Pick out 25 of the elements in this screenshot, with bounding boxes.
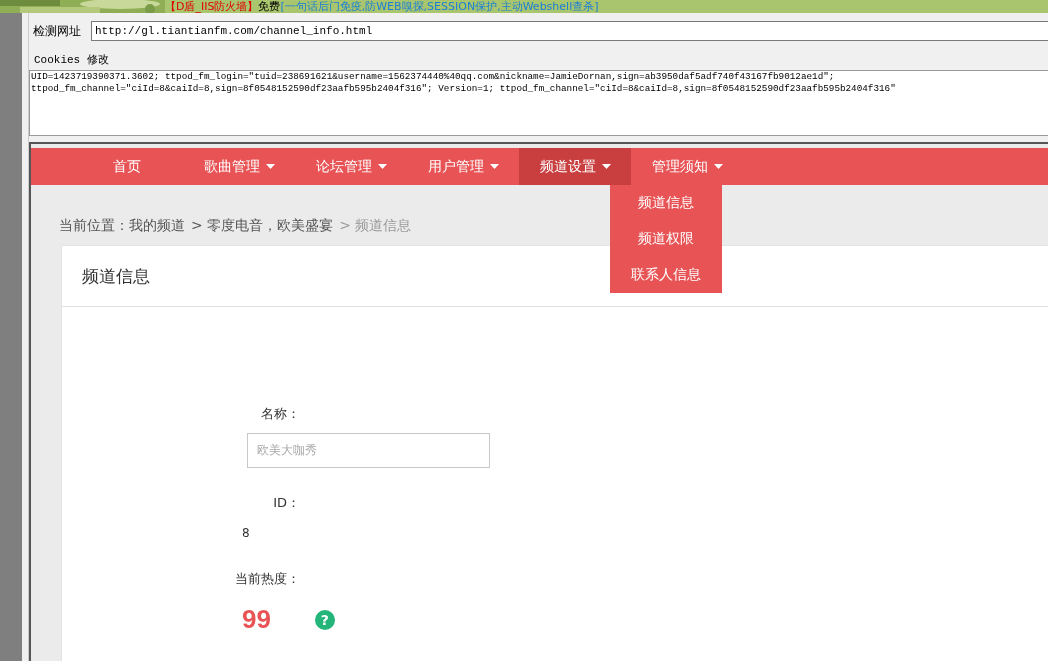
id-value: 8 — [242, 526, 251, 540]
nav-item[interactable]: 频道设置 — [519, 148, 631, 185]
help-icon[interactable]: ? — [314, 609, 335, 630]
nav-item[interactable]: 管理须知 — [631, 148, 743, 185]
heat-value: 99 — [242, 604, 271, 635]
url-label: 检测网址 — [33, 22, 81, 40]
cookies-field[interactable]: UID=1423719390371.3602; ttpod_fm_login="tuid=238691621&username=1562374440%40qq.com&nickname=JamieDornan,sign=ab3950daf5adf740f43167fb9012ae1d"; ttpod_fm_channel="ciId=8&caiId=8,sign=8f0548152590df23aafb595b2404f316"; Version=1; ttpod_fm_channel="ciId=8&caiId=8,sign=8f0548152590df23aafb595b2404f316" — [29, 70, 1048, 136]
nav-item[interactable]: 论坛管理 — [295, 148, 407, 185]
menu-item[interactable]: 联系人信息 — [610, 257, 722, 293]
breadcrumb-item: > 频道信息 — [339, 217, 412, 235]
nav-item[interactable]: 歌曲管理 — [183, 148, 295, 185]
promo-text: 【D盾_IIS防火墙】免费[一句话后门免疫,防WEB嗅探,SESSION保护,主动Webshell查杀] — [165, 0, 599, 13]
field-label: 名称： — [260, 405, 300, 423]
name-field[interactable]: 欧美大咖秀 — [247, 433, 490, 468]
menu-item[interactable]: 频道信息 — [610, 185, 722, 221]
field-label: ID： — [272, 494, 300, 512]
cookies-label: Cookies 修改 — [34, 53, 110, 67]
field-label: 当前热度： — [236, 570, 300, 588]
splitter-bar[interactable] — [22, 13, 29, 661]
url-field[interactable]: http://gl.tiantianfm.com/channel_info.html — [91, 21, 1048, 41]
breadcrumb-item[interactable]: 当前位置：我的频道 — [59, 217, 185, 235]
nav-item[interactable]: 用户管理 — [407, 148, 519, 185]
menu-item[interactable]: 频道权限 — [610, 221, 722, 257]
nav-item[interactable]: 首页 — [71, 148, 183, 185]
breadcrumb-item[interactable]: > 零度电音，欧美盛宴 — [191, 217, 334, 235]
